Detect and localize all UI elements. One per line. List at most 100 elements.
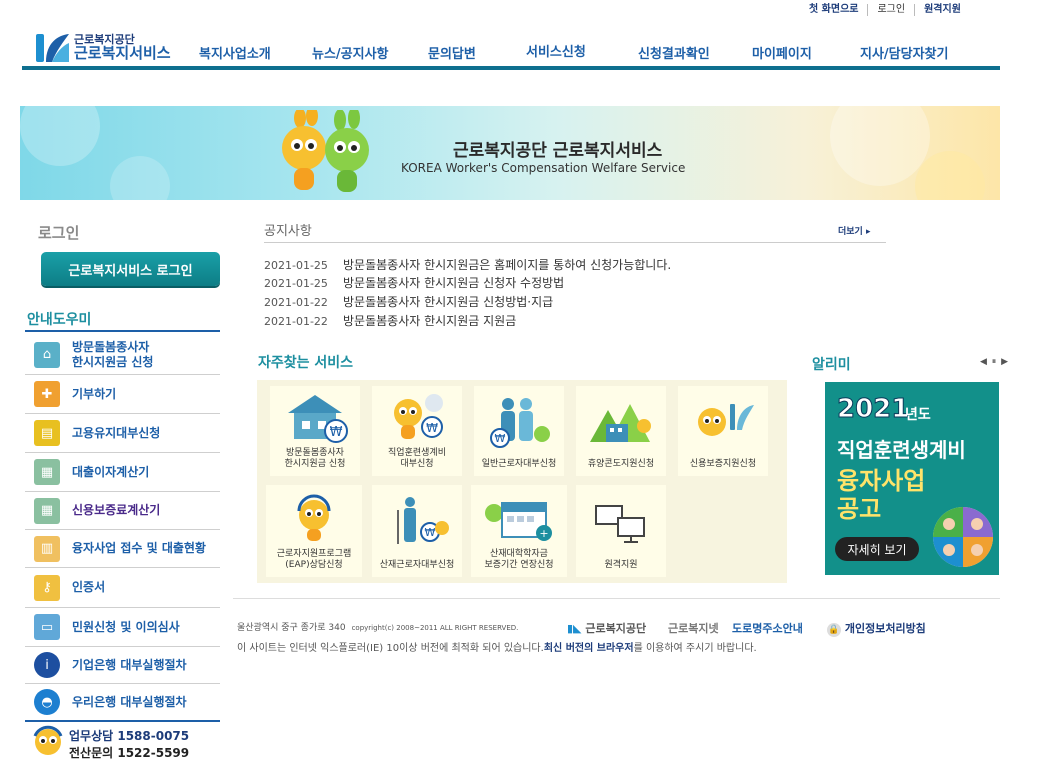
notice-row[interactable]: 2021-01-22 방문돌봄종사자 한시지원금 신청방법·지급 xyxy=(264,293,553,310)
service-remote-support[interactable]: 원격지원 xyxy=(576,485,666,577)
notice-date: 2021-01-25 xyxy=(264,259,328,272)
copyright-text: copyright(c) 2008~2011 ALL RIGHT RESERVE… xyxy=(351,624,519,632)
nav-qna[interactable]: 문의답변 xyxy=(428,43,476,62)
alimi-controls[interactable]: ◀ ⏸ ▶ xyxy=(980,357,1009,367)
address-text: 울산광역시 중구 종가로 340 xyxy=(237,623,346,633)
footer-logo-kcomwel[interactable]: ▮◣ 근로복지공단 xyxy=(567,620,646,636)
nav-result-check[interactable]: 신청결과확인 xyxy=(638,43,710,62)
utility-links: 첫 화면으로 로그인 원격지원 xyxy=(800,4,970,16)
guide-label: 고용유지대부신청 xyxy=(72,425,161,440)
guide-item-complaint[interactable]: ▭ 민원신청 및 이의심사 xyxy=(25,608,220,647)
key-icon: ⚷ xyxy=(34,574,60,601)
login-heading: 로그인 xyxy=(38,224,80,242)
alimi-heading: 알리미 xyxy=(812,357,851,373)
svg-text:₩: ₩ xyxy=(425,526,436,539)
latest-browser-link[interactable]: 최신 버전의 브라우저 xyxy=(544,643,634,654)
service-tuition-extension[interactable]: + 산재대학학자금 보증기간 연장신청 xyxy=(471,485,567,577)
login-link[interactable]: 로그인 xyxy=(867,4,914,16)
services-heading: 자주찾는 서비스 xyxy=(258,355,354,371)
footer-divider xyxy=(233,598,1000,599)
phone-it: 전산문의 1522-5599 xyxy=(69,746,190,760)
workers-circle-icon xyxy=(933,507,993,567)
notice-heading: 공지사항 xyxy=(264,224,312,239)
notice-divider xyxy=(264,242,886,243)
notice-text: 방문돌봄종사자 한시지원금 신청방법·지급 xyxy=(343,295,554,309)
service-injured-loan[interactable]: ₩ 산재근로자대부신청 xyxy=(372,485,462,577)
guide-item-certificate[interactable]: ⚷ 인증서 xyxy=(25,568,220,608)
service-label-2: 대부신청 xyxy=(400,458,434,469)
service-label: 신용보증지원신청 xyxy=(689,458,757,469)
guide-divider xyxy=(25,330,220,332)
privacy-text: 개인정보처리방침 xyxy=(844,622,926,635)
guide-item-ibk[interactable]: i 기업은행 대부실행절차 xyxy=(25,647,220,684)
notice-row[interactable]: 2021-01-22 방문돌봄종사자 한시지원금 지원금 xyxy=(264,312,516,329)
guide-label: 융자사업 접수 및 대출현황 xyxy=(72,541,206,556)
notice-row[interactable]: 2021-01-25 방문돌봄종사자 한시지원금 신청자 수정방법 xyxy=(264,274,564,291)
site-logo[interactable]: 근로복지공단 근로복지서비스 xyxy=(36,31,171,65)
service-label-2: 보증기간 연장신청 xyxy=(484,559,554,570)
footer-logo1-text: 근로복지공단 xyxy=(585,622,647,635)
nav-mypage[interactable]: 마이페이지 xyxy=(752,43,812,62)
service-general-loan[interactable]: ₩ 일반근로자대부신청 xyxy=(474,386,564,476)
injured-worker-icon: ₩ xyxy=(397,497,449,545)
card-icon: ▤ xyxy=(34,420,60,446)
home-link[interactable]: 첫 화면으로 xyxy=(800,4,867,16)
guide-item-woori[interactable]: ◓ 우리은행 대부실행절차 xyxy=(25,684,220,720)
banner-title: 근로복지공단 근로복지서비스 xyxy=(453,141,663,161)
guide-item-loan-status[interactable]: ▥ 융자사업 접수 및 대출현황 xyxy=(25,530,220,568)
guide-label: 신용보증료계산기 xyxy=(72,503,161,518)
gift-icon: ✚ xyxy=(34,381,60,407)
guide-label: 기업은행 대부실행절차 xyxy=(72,657,187,672)
footer-logo-welfarenet[interactable]: 근로복지넷 xyxy=(668,620,719,636)
guide-label-2: 한시지원금 신청 xyxy=(72,354,154,369)
login-button[interactable]: 근로복지서비스 로그인 xyxy=(41,252,220,286)
notice-more-link[interactable]: 더보기 ▸ xyxy=(838,224,871,237)
house-icon: ⌂ xyxy=(34,341,60,368)
nav-news[interactable]: 뉴스/공지사항 xyxy=(312,43,389,62)
notice-date: 2021-01-22 xyxy=(264,296,328,309)
calculator-icon: ▦ xyxy=(34,497,60,524)
service-label: 산재대학학자금 xyxy=(490,548,548,559)
service-label: 근로자지원프로그램 xyxy=(276,548,352,559)
mascot-headset-icon xyxy=(297,494,331,541)
nav-service-apply[interactable]: 서비스신청 xyxy=(526,41,586,60)
service-eap[interactable]: 근로자지원프로그램 (EAP)상담신청 xyxy=(266,485,362,577)
ibk-logo-icon: i xyxy=(34,652,60,678)
service-label-2: 한시지원금 신청 xyxy=(284,458,346,469)
notice-date: 2021-01-22 xyxy=(264,315,328,328)
service-label: 산재근로자대부신청 xyxy=(379,559,455,570)
alimi-detail-button[interactable]: 자세히 보기 xyxy=(835,537,919,561)
notice-row[interactable]: 2021-01-25 방문돌봄종사자 한시지원금은 홈페이지를 통하여 신청가능합… xyxy=(264,256,671,273)
nav-branch-find[interactable]: 지사/담당자찾기 xyxy=(860,43,948,62)
guide-label: 인증서 xyxy=(72,580,106,595)
family-money-icon: ₩ xyxy=(490,398,550,449)
road-address-link[interactable]: 도로명주소안내 xyxy=(732,620,803,636)
service-label: 방문돌봄종사자 xyxy=(286,447,344,458)
remote-support-link[interactable]: 원격지원 xyxy=(914,4,970,16)
guide-item-donate[interactable]: ✚ 기부하기 xyxy=(25,375,220,414)
service-training-loan[interactable]: ₩ 직업훈련생계비 대부신청 xyxy=(372,386,462,476)
privacy-policy-link[interactable]: 🔒 개인정보처리방침 xyxy=(827,620,926,637)
service-credit-guarantee[interactable]: 신용보증지원신청 xyxy=(678,386,768,476)
chart-icon: ▥ xyxy=(34,535,60,562)
nav-divider xyxy=(22,66,1000,70)
guide-item-interest-calc[interactable]: ▦ 대출이자계산기 xyxy=(25,453,220,492)
logo-title: 근로복지서비스 xyxy=(74,43,171,62)
phone-info: 업무상담 1588-0075 전산문의 1522-5599 xyxy=(25,720,220,763)
guide-item-employment-loan[interactable]: ▤ 고용유지대부신청 xyxy=(25,414,220,453)
service-condo[interactable]: 휴양콘도지원신청 xyxy=(576,386,666,476)
alimi-banner[interactable]: 2021 년도 직업훈련생계비 융자사업 공고 자세히 보기 xyxy=(825,382,999,575)
nav-welfare-intro[interactable]: 복지사업소개 xyxy=(199,43,271,62)
guide-heading: 안내도우미 xyxy=(27,312,92,328)
guide-item-care-worker[interactable]: ⌂ 방문돌봄종사자 한시지원금 신청 xyxy=(25,335,220,375)
guide-item-guarantee-calc[interactable]: ▦ 신용보증료계산기 xyxy=(25,492,220,530)
alimi-line1: 직업훈련생계비 xyxy=(837,438,966,462)
guide-label: 기부하기 xyxy=(72,386,117,401)
monitor-icon xyxy=(595,505,645,544)
alimi-line3: 공고 xyxy=(837,495,882,523)
condo-icon xyxy=(590,404,651,443)
notice-date: 2021-01-25 xyxy=(264,277,328,290)
banner-subtitle: KOREA Worker's Compensation Welfare Serv… xyxy=(401,161,686,175)
woori-logo-icon: ◓ xyxy=(34,689,60,715)
service-care-worker[interactable]: ₩ 방문돌봄종사자 한시지원금 신청 xyxy=(270,386,360,476)
